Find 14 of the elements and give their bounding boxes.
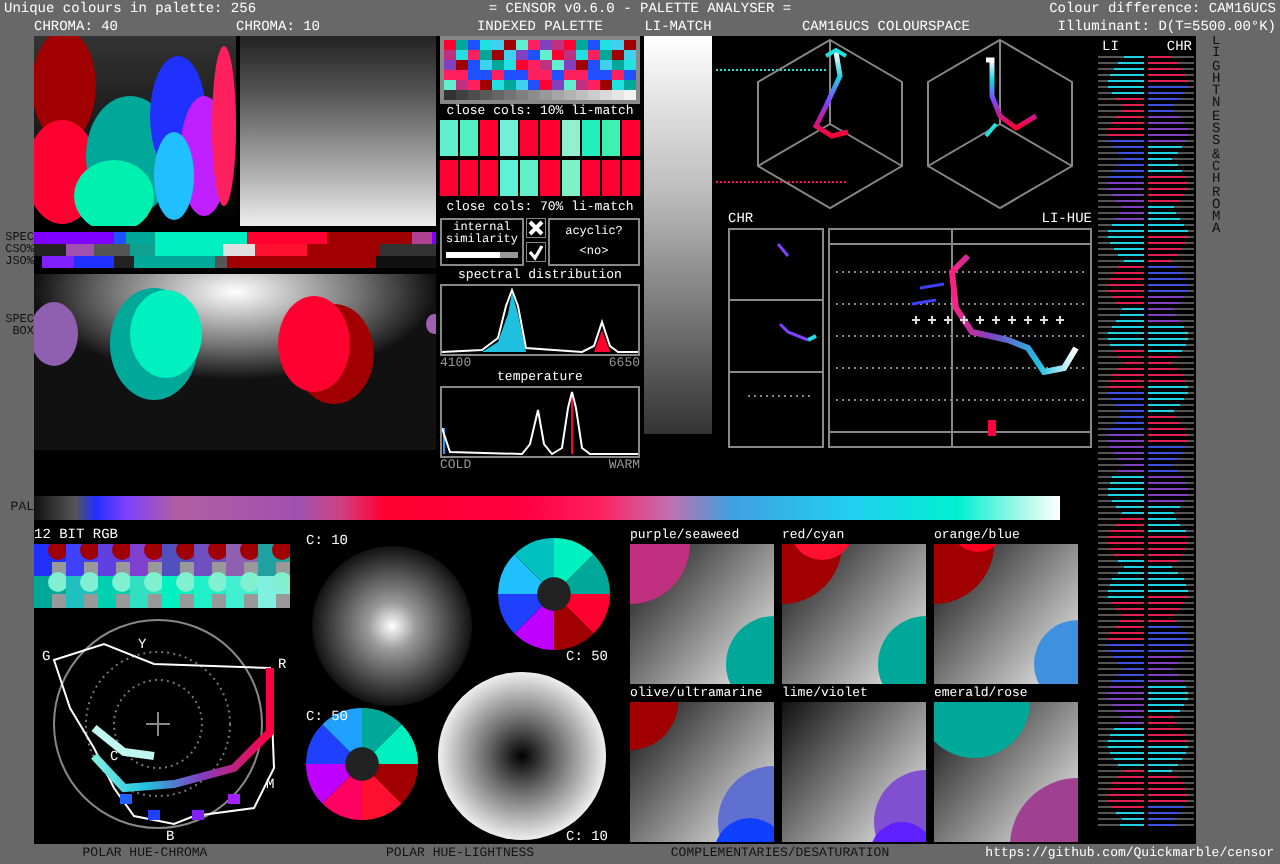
desaturation-tile-drawing [630, 702, 774, 842]
desaturation-tile-drawing [934, 544, 1078, 684]
hue-marker [228, 794, 240, 804]
dotted-guide-line [716, 69, 827, 71]
desaturation-tile-drawing [934, 702, 1078, 842]
polar-disc-drawing [498, 538, 610, 650]
hue-marker [148, 810, 160, 820]
dotted-guide-line [716, 181, 847, 183]
desaturation-tile-drawing [630, 544, 774, 684]
hue-marker [120, 794, 132, 804]
hue-marker [192, 810, 204, 820]
polar-disc-drawing [306, 708, 418, 820]
desaturation-tile-drawing [782, 544, 926, 684]
desaturation-tile-drawing [782, 702, 926, 842]
